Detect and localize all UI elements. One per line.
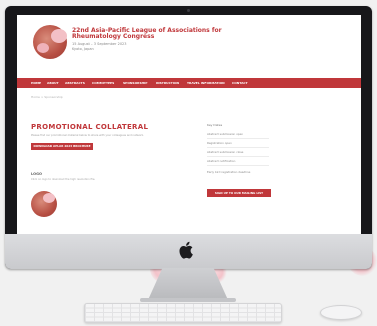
blossom-mark	[37, 43, 49, 53]
sidebar-link[interactable]: Abstract notification	[207, 159, 235, 163]
sidebar-divider	[207, 138, 269, 139]
nav-committees[interactable]: COMMITTEES	[92, 81, 114, 85]
sidebar-divider	[207, 165, 269, 166]
blossom-mark	[43, 193, 55, 203]
main-nav: HOME ABOUT ABSTRACTS COMMITTEES SPONSORS…	[17, 78, 361, 88]
blossom-mark	[51, 29, 67, 43]
apple-logo-icon	[179, 241, 193, 259]
sidebar-divider	[207, 147, 269, 148]
nav-contact[interactable]: CONTACT	[232, 81, 248, 85]
sidebar-link[interactable]: Abstract submission close	[207, 150, 243, 154]
stand-base	[140, 298, 236, 302]
event-dates: 15 August – 3 September 2023	[72, 42, 127, 46]
sidebar-link[interactable]: Registration open	[207, 141, 232, 145]
page-title: PROMOTIONAL COLLATERAL	[31, 123, 149, 131]
keyboard	[84, 303, 282, 323]
site-title: 22nd Asia-Pacific League of Associations…	[72, 27, 222, 40]
nav-sponsorship[interactable]: SPONSORSHIP	[123, 81, 147, 85]
download-brochure-button[interactable]: DOWNLOAD APLAR 2023 BROCHURE	[31, 143, 93, 150]
nav-instruction[interactable]: INSTRUCTION	[156, 81, 179, 85]
nav-home[interactable]: HOME	[31, 81, 41, 85]
mouse	[320, 305, 362, 320]
page-intro-text: Please find our promotional material bel…	[31, 134, 144, 137]
imac-monitor: 22nd Asia-Pacific League of Associations…	[5, 6, 372, 269]
logos-heading: LOGO	[31, 172, 42, 176]
event-location: Kyoto, Japan	[72, 46, 94, 51]
camera	[187, 9, 190, 12]
logos-text: Click on logo to download the high resol…	[31, 178, 96, 181]
congress-logo[interactable]	[33, 25, 67, 59]
downloadable-logo[interactable]	[31, 191, 57, 217]
nav-about[interactable]: ABOUT	[47, 81, 59, 85]
nav-travel-information[interactable]: TRAVEL INFORMATION	[187, 81, 225, 85]
sidebar-divider	[207, 156, 269, 157]
sidebar-title: Key Dates	[207, 123, 223, 127]
site-header: 22nd Asia-Pacific League of Associations…	[17, 15, 361, 70]
mailing-list-button[interactable]: SIGN UP TO OUR MAILING LIST	[207, 189, 271, 197]
sidebar-link[interactable]: Abstract submission open	[207, 132, 243, 136]
website-screen: 22nd Asia-Pacific League of Associations…	[17, 15, 361, 237]
site-dates: 15 August – 3 September 2023 Kyoto, Japa…	[72, 42, 127, 51]
breadcrumb[interactable]: Home > Sponsorship	[31, 95, 63, 99]
nav-abstracts[interactable]: ABSTRACTS	[65, 81, 85, 85]
sidebar-link[interactable]: Early bird registration deadline	[207, 170, 250, 174]
